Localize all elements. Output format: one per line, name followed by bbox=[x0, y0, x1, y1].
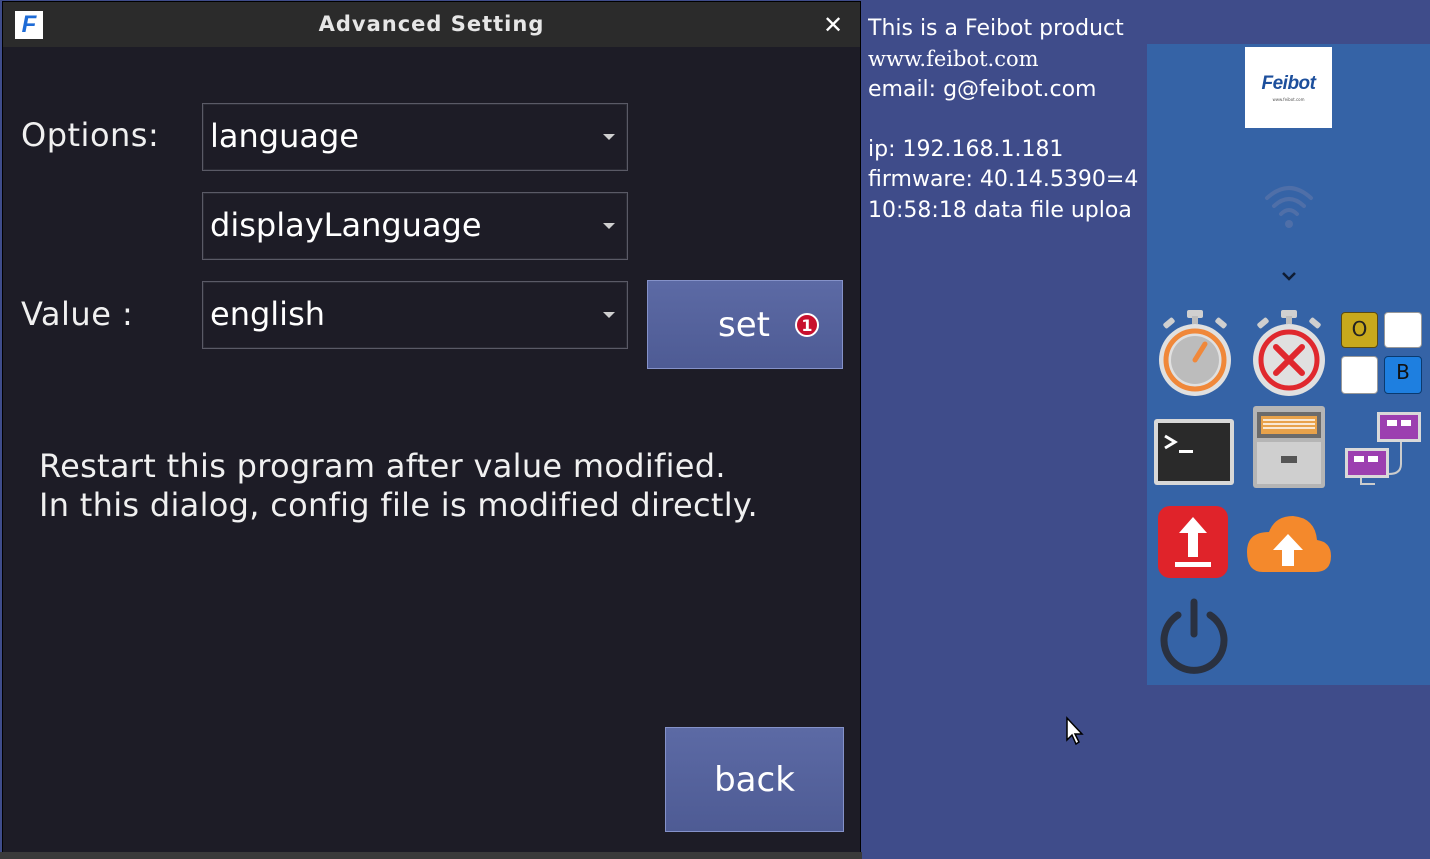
value-select[interactable]: english bbox=[202, 281, 628, 349]
option-select-2-value: displayLanguage bbox=[210, 206, 482, 244]
desktop-info: This is a Feibot product www.feibot.com em… bbox=[868, 14, 1148, 226]
note-line-2: In this dialog, config file is modified … bbox=[39, 486, 759, 524]
upload-red-icon[interactable] bbox=[1157, 505, 1229, 579]
step-badge: 1 bbox=[795, 313, 819, 337]
grid-cell-white-1 bbox=[1384, 312, 1422, 348]
grid-cell-o: O bbox=[1341, 312, 1378, 348]
email-line: email: g@feibot.com bbox=[868, 76, 1097, 102]
option-select-1-value: language bbox=[210, 117, 359, 155]
grid-cell-b: B bbox=[1384, 356, 1422, 394]
color-grid-icon[interactable]: O B bbox=[1341, 312, 1425, 396]
chevron-down-icon[interactable] bbox=[1280, 269, 1298, 283]
ip-line: ip: 192.168.1.181 bbox=[868, 137, 1064, 163]
stopwatch-icon[interactable] bbox=[1155, 308, 1235, 400]
logo-text: Feibot bbox=[1261, 73, 1317, 94]
product-line: This is a Feibot product bbox=[868, 16, 1124, 41]
advanced-setting-dialog: F Advanced Setting ✕ Options: language d… bbox=[3, 2, 860, 854]
value-select-value: english bbox=[210, 295, 326, 333]
file-cabinet-icon[interactable] bbox=[1249, 404, 1329, 490]
back-button-label: back bbox=[714, 759, 795, 800]
cloud-upload-icon[interactable] bbox=[1243, 512, 1333, 574]
logo-subtext: www.feibot.com bbox=[1272, 97, 1305, 102]
option-select-1[interactable]: language bbox=[202, 103, 628, 171]
value-label: Value : bbox=[21, 295, 134, 333]
dialog-title: Advanced Setting bbox=[318, 12, 545, 36]
network-computers-icon[interactable] bbox=[1341, 408, 1427, 490]
dropdown-arrow-icon bbox=[603, 312, 615, 318]
power-icon[interactable] bbox=[1157, 598, 1231, 674]
stopwatch-cancel-icon[interactable] bbox=[1249, 308, 1329, 400]
option-select-2[interactable]: displayLanguage bbox=[202, 192, 628, 260]
terminal-icon[interactable] bbox=[1153, 418, 1235, 488]
dialog-bottom-border bbox=[0, 852, 862, 859]
dropdown-arrow-icon bbox=[603, 134, 615, 140]
feibot-logo: Feibot www.feibot.com bbox=[1245, 47, 1332, 128]
close-icon[interactable]: ✕ bbox=[819, 11, 847, 39]
website-line: www.feibot.com bbox=[868, 47, 1039, 72]
grid-label-b: B bbox=[1396, 360, 1410, 384]
upload-status-line: 10:58:18 data file uploa bbox=[868, 197, 1132, 223]
dropdown-arrow-icon bbox=[603, 223, 615, 229]
restart-note: Restart this program after value modifie… bbox=[39, 447, 758, 525]
set-button-label: set bbox=[718, 304, 770, 345]
note-line-1: Restart this program after value modifie… bbox=[39, 447, 726, 485]
mouse-cursor-icon bbox=[1066, 716, 1084, 746]
back-button[interactable]: back bbox=[665, 727, 844, 832]
options-label: Options: bbox=[21, 116, 160, 154]
firmware-line: firmware: 40.14.5390=4 bbox=[868, 167, 1139, 193]
app-dock: Feibot www.feibot.com O B bbox=[1147, 44, 1430, 685]
grid-cell-white-2 bbox=[1341, 356, 1378, 394]
grid-label-o: O bbox=[1351, 317, 1368, 341]
wifi-icon[interactable] bbox=[1261, 178, 1317, 234]
title-bar[interactable]: F Advanced Setting ✕ bbox=[3, 2, 860, 47]
